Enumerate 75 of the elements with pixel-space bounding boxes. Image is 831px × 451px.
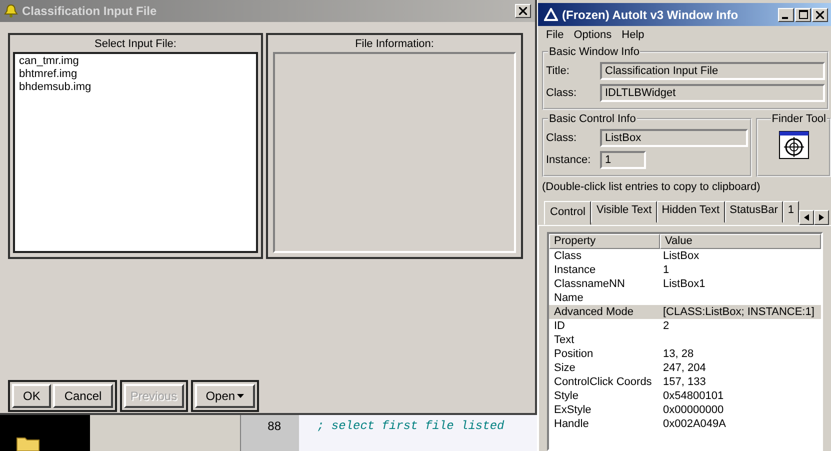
crosshair-icon[interactable]: [778, 131, 808, 159]
table-cell-text: Handle: [553, 417, 590, 431]
table-cell-text: Class: [553, 249, 583, 263]
left-arrow-icon: [804, 214, 809, 221]
table-cell-text: Size: [553, 361, 576, 375]
hint-text: (Double-click list entries to copy to clipboard): [541, 180, 762, 195]
table-cell-text: Style: [553, 389, 580, 403]
close-icon: [519, 7, 527, 15]
line-number: 88: [268, 419, 281, 435]
scroll-right-button[interactable]: [814, 210, 829, 225]
text-field[interactable]: Classification Input File: [600, 62, 825, 80]
table-cell-text: ID: [553, 319, 566, 333]
table-cell-text: ControlClick Coords: [553, 375, 653, 389]
panel-heading: File Information:: [354, 37, 435, 52]
tab[interactable]: Control: [544, 201, 592, 225]
group-heading: Finder Tool: [770, 113, 827, 125]
close-button[interactable]: [812, 8, 828, 22]
column-header[interactable]: Property: [549, 234, 660, 249]
maximize-icon: [798, 10, 808, 19]
tab[interactable]: Visible Text: [591, 201, 657, 223]
list-entry[interactable]: can_tmr.img: [19, 55, 252, 68]
table-cell-text: 2: [662, 319, 670, 333]
field-label: Instance:: [546, 154, 592, 166]
maximize-button[interactable]: [795, 8, 811, 22]
window-title: Classification Input File: [22, 4, 158, 18]
table-cell-text: ListBox: [662, 249, 700, 263]
table-cell-text: ListBox1: [662, 277, 706, 291]
button[interactable]: Cancel: [53, 384, 113, 408]
table-cell-text: ClassnameNN: [553, 277, 626, 291]
table-cell-text: Instance: [553, 263, 597, 277]
folder-icon: [16, 435, 40, 451]
table-cell-text: ExStyle: [553, 403, 592, 417]
tab[interactable]: StatusBar: [724, 201, 783, 223]
selected-row[interactable]: Advanced Mode [CLASS:ListBox; INSTANCE:1]: [549, 305, 821, 319]
menu-item[interactable]: File: [546, 29, 564, 41]
table-cell-text: Position: [553, 347, 594, 361]
triangle-icon: [544, 8, 558, 22]
list-entry[interactable]: bhdemsub.img: [19, 81, 252, 94]
window-title: (Frozen) AutoIt v3 Window Info: [562, 8, 740, 22]
group-heading: Basic Window Info: [548, 46, 640, 58]
list-entry[interactable]: bhtmref.img: [19, 68, 252, 81]
text-field[interactable]: 1: [600, 150, 646, 168]
column-header[interactable]: Value: [660, 234, 821, 249]
table-cell-text: Advanced Mode: [553, 305, 634, 319]
table-cell-text: 1: [662, 263, 670, 277]
menu-button[interactable]: Open: [194, 384, 256, 408]
close-button[interactable]: [515, 4, 531, 18]
close-icon: [816, 10, 824, 18]
table-cell-text: 13, 28: [662, 347, 695, 361]
field-label: Title:: [546, 64, 570, 76]
bell-icon: [4, 4, 18, 18]
table-cell-text: Text: [553, 333, 576, 347]
tab[interactable]: Hidden Text: [656, 201, 725, 223]
text-field[interactable]: ListBox: [600, 128, 748, 146]
minimize-icon: [782, 16, 788, 18]
table-cell-text: 157, 133: [662, 375, 707, 389]
panel-heading: Select Input File:: [94, 37, 178, 52]
scroll-left-button[interactable]: [799, 210, 814, 225]
table-cell-text: 0x002A049A: [662, 417, 727, 431]
table-cell-text: 247, 204: [662, 361, 707, 375]
minimize-button[interactable]: [778, 8, 794, 22]
text-field[interactable]: IDLTLBWidget: [600, 84, 825, 102]
menu-item[interactable]: Options: [574, 29, 612, 41]
right-arrow-icon: [819, 214, 824, 221]
button[interactable]: OK: [12, 384, 52, 408]
caret-icon: [237, 394, 244, 398]
table-cell-text: 0x00000000: [662, 403, 725, 417]
table-cell-text: 0x54800101: [662, 389, 725, 403]
table-cell-text: [CLASS:ListBox; INSTANCE:1]: [662, 305, 816, 319]
table-cell-text: Name: [553, 291, 584, 305]
field-label: Class:: [546, 86, 578, 98]
menu-item[interactable]: Help: [622, 29, 644, 41]
group-heading: Basic Control Info: [548, 113, 637, 125]
field-label: Class:: [546, 132, 578, 144]
code-comment: ; select first file listed: [317, 419, 504, 433]
